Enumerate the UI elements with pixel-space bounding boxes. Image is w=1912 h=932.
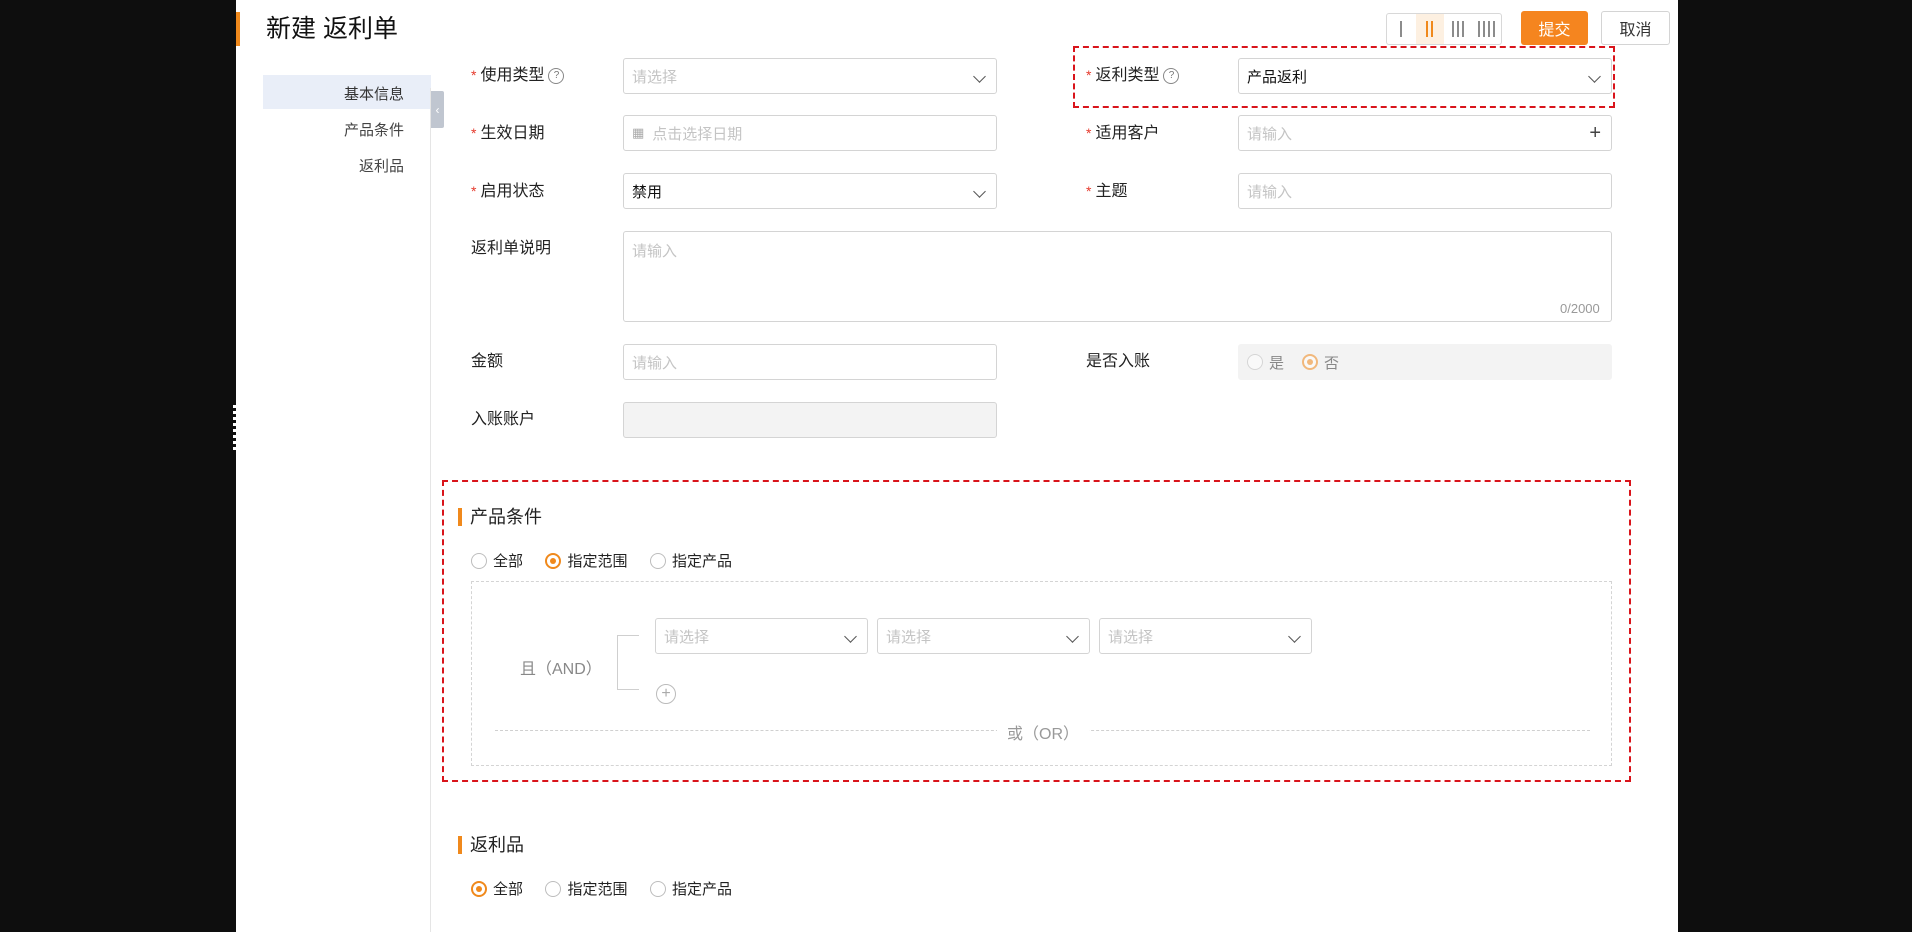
one-column-button[interactable] — [1387, 14, 1416, 44]
sidebar-item-product-conditions[interactable]: 产品条件 — [263, 119, 404, 140]
product-conditions-radio-group: 全部 指定范围 指定产品 — [471, 550, 750, 571]
and-label: 且（AND） — [520, 661, 602, 678]
customer-label: * 适用客户 — [1086, 125, 1160, 142]
and-bracket — [617, 635, 639, 690]
add-condition-icon[interactable]: + — [656, 684, 676, 704]
product-conditions-product-radio[interactable] — [649, 552, 666, 569]
status-label: * 启用状态 — [471, 183, 545, 200]
calendar-icon: ▦ — [632, 125, 645, 140]
add-customer-icon[interactable]: + — [1589, 122, 1601, 145]
rebate-products-product-radio[interactable] — [649, 880, 666, 897]
rebate-type-highlight-box — [1073, 46, 1615, 108]
account-input — [623, 402, 997, 438]
sidebar-item-basic-info[interactable]: 基本信息 — [263, 83, 404, 104]
subject-input[interactable]: 请输入 — [1238, 173, 1612, 209]
sidebar-divider — [430, 88, 431, 932]
product-conditions-all-radio[interactable] — [471, 552, 487, 569]
submit-button[interactable]: 提交 — [1521, 11, 1588, 45]
chevron-down-icon — [844, 630, 857, 643]
condition-select-1[interactable]: 请选择 — [655, 618, 868, 654]
usage-type-label: * 使用类型? — [471, 65, 565, 86]
rebate-products-title: 返利品 — [458, 835, 524, 855]
product-conditions-range-radio[interactable] — [545, 552, 562, 569]
sidebar-item-rebate-products[interactable]: 返利品 — [263, 155, 404, 176]
three-column-button[interactable] — [1444, 14, 1473, 44]
posted-no-radio[interactable] — [1302, 354, 1319, 370]
description-textarea[interactable]: 请输入 — [623, 231, 1612, 322]
chevron-down-icon — [973, 70, 986, 83]
sidebar-collapse-button[interactable]: ‹ — [431, 91, 444, 128]
four-column-button[interactable] — [1473, 14, 1502, 44]
posted-label: 是否入账 — [1086, 353, 1151, 370]
status-select[interactable]: 禁用 — [623, 173, 997, 209]
condition-select-3[interactable]: 请选择 — [1099, 618, 1312, 654]
effective-date-picker[interactable]: ▦ 点击选择日期 — [623, 115, 997, 151]
posted-radio-group: 是 否 — [1238, 344, 1612, 380]
chevron-down-icon — [1066, 630, 1079, 643]
two-column-button[interactable] — [1415, 14, 1444, 44]
description-char-counter: 0/2000 — [1560, 301, 1600, 316]
rebate-products-all-radio[interactable] — [471, 880, 487, 897]
amount-input[interactable]: 请输入 — [623, 344, 997, 380]
condition-select-2[interactable]: 请选择 — [877, 618, 1090, 654]
or-label: 或（OR） — [997, 720, 1090, 744]
rebate-products-radio-group: 全部 指定范围 指定产品 — [471, 878, 750, 899]
chevron-down-icon — [973, 185, 986, 198]
chevron-left-icon: ‹ — [435, 102, 440, 117]
page-title: 新建 返利单 — [266, 15, 398, 43]
account-label: 入账账户 — [471, 411, 536, 428]
customer-input[interactable]: 请输入 + — [1238, 115, 1612, 151]
usage-type-select[interactable]: 请选择 — [623, 58, 997, 94]
help-icon[interactable]: ? — [548, 67, 565, 84]
effective-date-label: * 生效日期 — [471, 125, 545, 142]
chevron-down-icon — [1288, 630, 1301, 643]
amount-label: 金额 — [471, 353, 504, 370]
product-conditions-title: 产品条件 — [458, 507, 542, 527]
column-layout-switcher — [1386, 13, 1502, 45]
description-label: 返利单说明 — [471, 240, 552, 257]
subject-label: * 主题 — [1086, 183, 1128, 200]
posted-yes-radio[interactable] — [1247, 354, 1263, 370]
rebate-products-range-radio[interactable] — [545, 880, 562, 897]
title-accent-bar — [236, 12, 240, 46]
cancel-button[interactable]: 取消 — [1601, 11, 1670, 45]
